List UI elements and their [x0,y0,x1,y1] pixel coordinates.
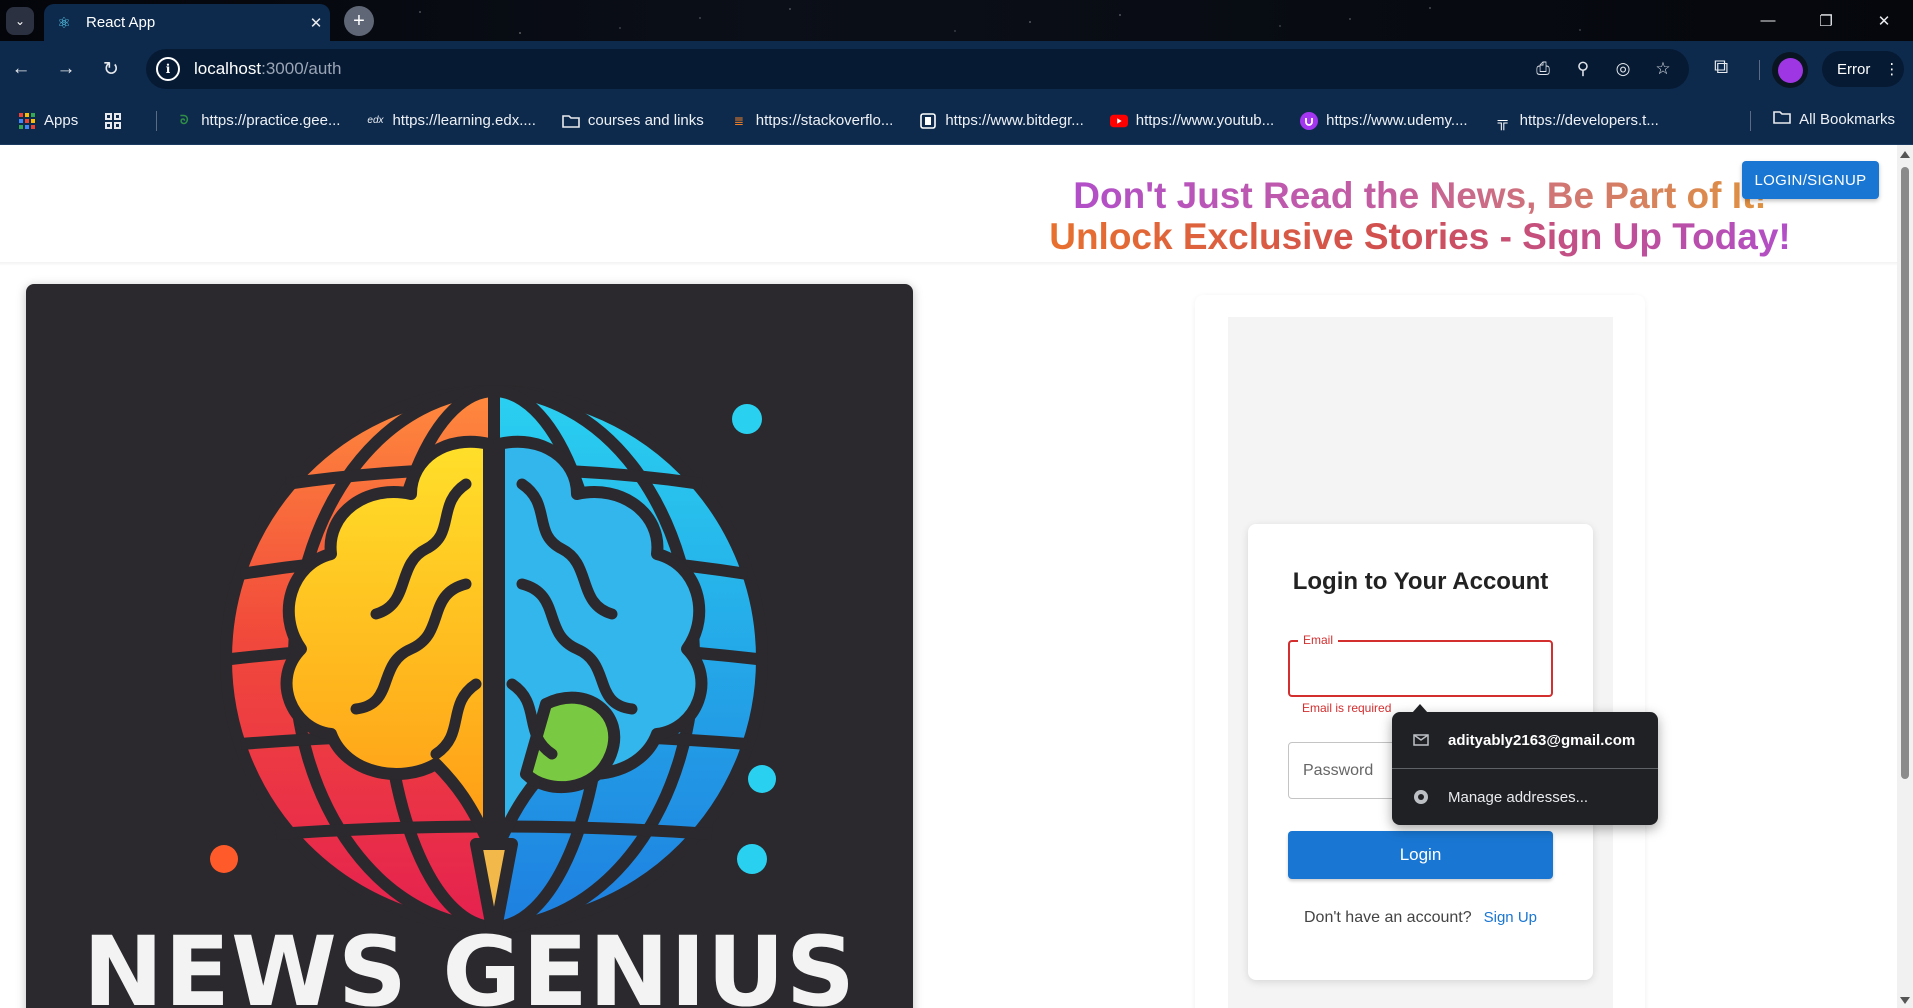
bookmark-apps[interactable]: Apps [18,112,78,130]
bookmarks-bar: Apps ᘐ https://practice.gee... edx https… [0,97,1913,145]
bookmark-label: Apps [44,112,79,129]
password-placeholder: Password [1303,762,1374,779]
scroll-up-icon[interactable] [1900,151,1910,158]
url-path: :3000/auth [261,59,342,78]
address-bar[interactable]: i localhost:3000/auth ⎙ ⚲ ◎ ☆ [146,49,1689,89]
tab-title: React App [86,14,156,31]
kebab-menu-icon: ⋮ [1884,61,1900,78]
folder-icon [562,112,580,130]
scroll-thumb[interactable] [1901,167,1909,779]
signup-prompt: Don't have an account? Sign Up [1248,909,1593,927]
email-field[interactable]: Email [1288,633,1553,697]
chevron-down-icon: ⌄ [14,14,26,28]
error-menu-button[interactable]: Error ⋮ [1822,51,1904,87]
bookmark-label: https://www.udemy.... [1326,112,1468,129]
login-signup-button[interactable]: LOGIN/SIGNUP [1742,161,1879,199]
scroll-down-icon[interactable] [1900,997,1910,1004]
zoom-icon[interactable]: ⚲ [1571,57,1595,81]
tab-strip: ⌄ ⚛ React App ✕ + — ❐ ✕ [0,0,1913,41]
news-genius-logo: NEWS GENIUS [26,284,913,1008]
minimize-icon[interactable]: — [1739,0,1797,41]
bookmark-label: https://learning.edx.... [392,112,536,129]
bookmark-tab-groups[interactable] [104,112,130,130]
all-bookmarks-label: All Bookmarks [1799,110,1895,128]
page-scrollbar[interactable] [1897,145,1913,1008]
login-title: Login to Your Account [1292,568,1549,595]
bookmark-gfg[interactable]: ᘐ https://practice.gee... [175,112,340,130]
bitdegree-icon [919,112,937,130]
all-bookmarks-button[interactable]: All Bookmarks [1773,110,1895,128]
bookmark-stackoverflow[interactable]: ≣ https://stackoverflo... [730,112,894,130]
signup-link[interactable]: Sign Up [1484,909,1537,926]
edx-icon: edx [367,115,384,126]
bookmark-label: courses and links [587,112,704,129]
forward-icon[interactable]: → [53,56,79,82]
bookmark-label: https://practice.gee... [201,112,341,129]
folder-icon [1773,110,1791,128]
star-icon[interactable]: ☆ [1651,57,1675,81]
bookmark-separator [1750,111,1751,131]
bookmark-label: https://www.youtub... [1135,112,1275,129]
install-app-icon[interactable]: ⎙ [1531,57,1555,81]
hero-headline: Don't Just Read the News, Be Part of It!… [1000,175,1840,257]
auth-panel: Login to Your Account Email Email is req… [1228,317,1613,1008]
back-icon[interactable]: ← [8,56,34,82]
extensions-icon[interactable]: ⧉ [1714,56,1728,79]
header-divider [0,262,1897,266]
email-label: Email [1298,633,1339,647]
browser-toolbar: ← → ↻ i localhost:3000/auth ⎙ ⚲ ◎ ☆ ⧉ Er… [0,41,1913,97]
bookmark-developers[interactable]: ╦ https://developers.t... [1494,112,1659,130]
bookmark-label: https://stackoverflo... [755,112,894,129]
window-controls: — ❐ ✕ [1739,0,1913,41]
bookmark-youtube[interactable]: https://www.youtub... [1109,112,1275,130]
bookmark-label: https://developers.t... [1519,112,1659,129]
logo-wordmark: NEWS GENIUS [83,916,856,1008]
bookmark-separator [156,110,158,131]
site-info-icon[interactable]: i [156,57,180,81]
bookmark-label: https://www.bitdegr... [945,112,1084,129]
auth-container: Login to Your Account Email Email is req… [1195,295,1645,1008]
mail-icon [1412,731,1430,749]
toolbar-separator [1759,60,1760,80]
youtube-icon [1109,112,1128,130]
udemy-icon [1300,111,1319,130]
chrome-icon [1412,788,1430,806]
avatar-icon [1777,57,1803,83]
url-text[interactable]: localhost:3000/auth [194,59,341,79]
close-icon[interactable]: ✕ [302,14,330,32]
bookmark-bitdegree[interactable]: https://www.bitdegr... [919,112,1084,130]
react-icon: ⚛ [57,14,71,32]
page-viewport: Don't Just Read the News, Be Part of It!… [0,145,1897,1008]
globe-brain-icon [210,385,776,945]
email-error-text: Email is required [1302,701,1392,715]
headline-line-1: Don't Just Read the News, Be Part of It! [1073,175,1767,216]
restore-icon[interactable]: ❐ [1797,0,1855,41]
profile-avatar[interactable] [1772,52,1808,88]
bookmark-edx[interactable]: edx https://learning.edx.... [366,112,535,130]
close-window-icon[interactable]: ✕ [1855,0,1913,41]
url-host: localhost [194,59,262,78]
manage-addresses-label: Manage addresses... [1448,788,1589,806]
apps-grid-icon [18,112,36,130]
tab-groups-icon [104,112,122,130]
reload-icon[interactable]: ↻ [98,56,124,82]
bookmark-udemy[interactable]: https://www.udemy.... [1300,111,1468,130]
tab-react-app[interactable]: ⚛ React App ✕ [44,4,330,41]
omnibox-actions: ⎙ ⚲ ◎ ☆ [1531,57,1675,81]
login-button[interactable]: Login [1288,831,1553,879]
tab-search-button[interactable]: ⌄ [6,7,34,35]
autofill-suggestion[interactable]: adityably2163@gmail.com [1392,712,1658,768]
autofill-dropdown: adityably2163@gmail.com Manage addresses… [1392,704,1658,825]
error-label: Error [1837,60,1871,78]
developers-icon: ╦ [1497,112,1508,129]
eye-off-icon[interactable]: ◎ [1611,57,1635,81]
gfg-icon: ᘐ [179,113,189,127]
manage-addresses-item[interactable]: Manage addresses... [1392,769,1658,825]
stackoverflow-icon: ≣ [733,113,744,128]
bookmark-folder-courses[interactable]: courses and links [562,112,704,130]
autofill-email: adityably2163@gmail.com [1448,731,1636,749]
signup-prompt-text: Don't have an account? [1304,909,1472,926]
headline-line-2: Unlock Exclusive Stories - Sign Up Today… [1049,216,1791,257]
new-tab-button[interactable]: + [344,6,374,36]
